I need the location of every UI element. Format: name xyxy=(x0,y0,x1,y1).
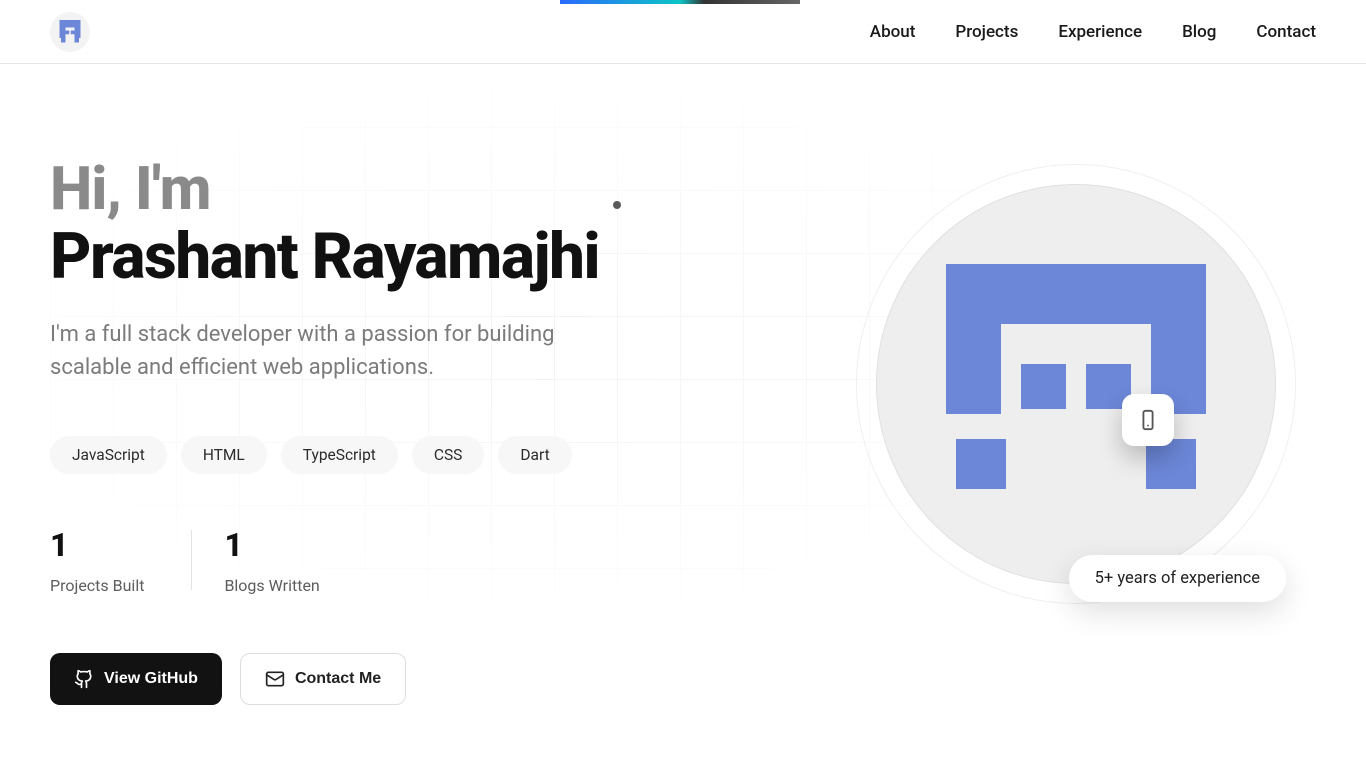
primary-nav: About Projects Experience Blog Contact xyxy=(870,22,1316,42)
stat-value: 1 xyxy=(224,526,319,564)
mail-icon xyxy=(265,669,285,689)
smartphone-icon xyxy=(1137,409,1159,431)
nav-link-blog[interactable]: Blog xyxy=(1182,22,1216,42)
hero-avatar-area: 5+ years of experience xyxy=(876,184,1276,584)
site-logo[interactable] xyxy=(50,12,90,52)
view-github-button[interactable]: View GitHub xyxy=(50,653,222,705)
skill-chip: Dart xyxy=(498,436,571,474)
logo-icon xyxy=(55,17,85,47)
nav-link-experience[interactable]: Experience xyxy=(1058,22,1142,42)
hero-section: Hi, I'm Prashant Rayamajhi I'm a full st… xyxy=(50,64,750,705)
button-label: View GitHub xyxy=(104,670,198,688)
stat-label: Blogs Written xyxy=(224,576,319,595)
experience-badge: 5+ years of experience xyxy=(1069,555,1286,602)
hero-button-row: View GitHub Contact Me xyxy=(50,653,750,705)
skill-chip: HTML xyxy=(181,436,267,474)
skill-chip-row: JavaScript HTML TypeScript CSS Dart xyxy=(50,436,750,474)
site-header: About Projects Experience Blog Contact xyxy=(0,0,1366,64)
skill-chip: CSS xyxy=(412,436,485,474)
stat-label: Projects Built xyxy=(50,576,144,595)
contact-me-button[interactable]: Contact Me xyxy=(240,653,406,705)
hero-name-wrap: Prashant Rayamajhi xyxy=(50,219,599,290)
nav-link-about[interactable]: About xyxy=(870,22,916,42)
hero-greeting: Hi, I'm xyxy=(50,159,750,219)
skill-chip: TypeScript xyxy=(281,436,398,474)
avatar xyxy=(876,184,1276,584)
skill-chip: JavaScript xyxy=(50,436,167,474)
stats-row: 1 Projects Built 1 Blogs Written xyxy=(50,526,750,595)
nav-link-projects[interactable]: Projects xyxy=(955,22,1018,42)
hero-name: Prashant Rayamajhi xyxy=(50,223,599,290)
nav-link-contact[interactable]: Contact xyxy=(1256,22,1316,42)
main-content: Hi, I'm Prashant Rayamajhi I'm a full st… xyxy=(0,64,1366,768)
stat-value: 1 xyxy=(50,526,144,564)
button-label: Contact Me xyxy=(295,670,381,688)
github-icon xyxy=(74,669,94,689)
top-accent-stripe xyxy=(560,0,800,4)
avatar-glyph-icon xyxy=(926,254,1226,514)
stat-blogs: 1 Blogs Written xyxy=(224,526,399,595)
stat-projects: 1 Projects Built xyxy=(50,526,224,595)
hero-tagline: I'm a full stack developer with a passio… xyxy=(50,318,630,384)
device-badge xyxy=(1122,394,1174,446)
